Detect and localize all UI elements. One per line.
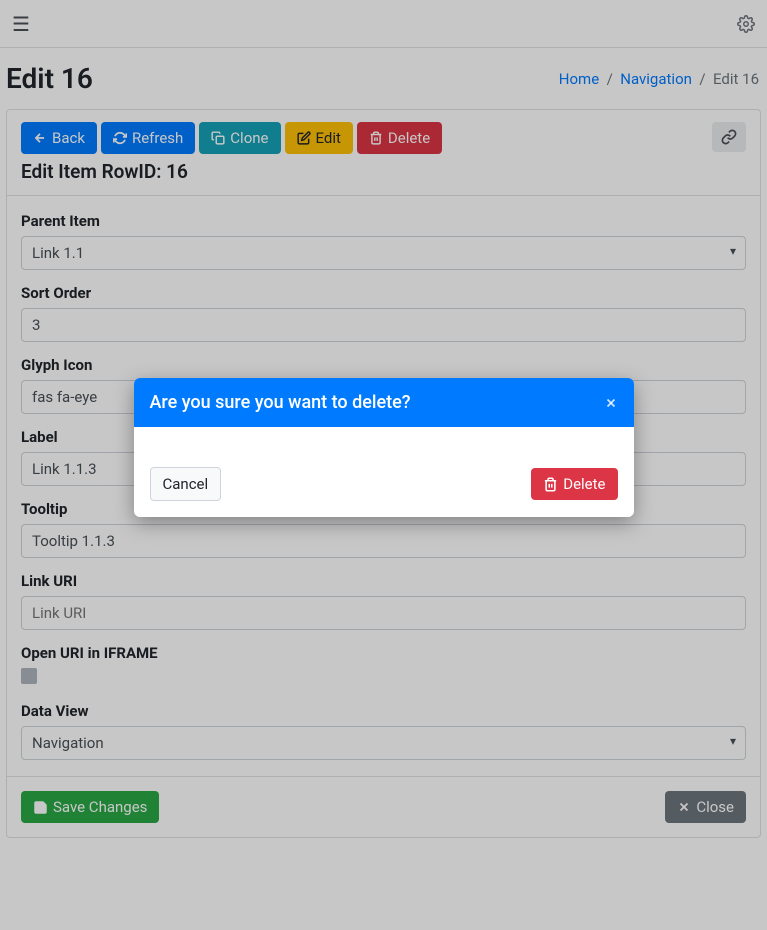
- modal-delete-button[interactable]: Delete: [531, 468, 617, 500]
- modal-title: Are you sure you want to delete?: [150, 392, 411, 413]
- modal-cancel-button[interactable]: Cancel: [150, 467, 222, 501]
- modal-overlay[interactable]: Are you sure you want to delete? Cancel …: [0, 0, 767, 930]
- trash-icon: [543, 477, 558, 492]
- close-icon: [604, 396, 618, 410]
- modal-close-button[interactable]: [604, 396, 618, 410]
- confirm-delete-modal: Are you sure you want to delete? Cancel …: [134, 378, 634, 517]
